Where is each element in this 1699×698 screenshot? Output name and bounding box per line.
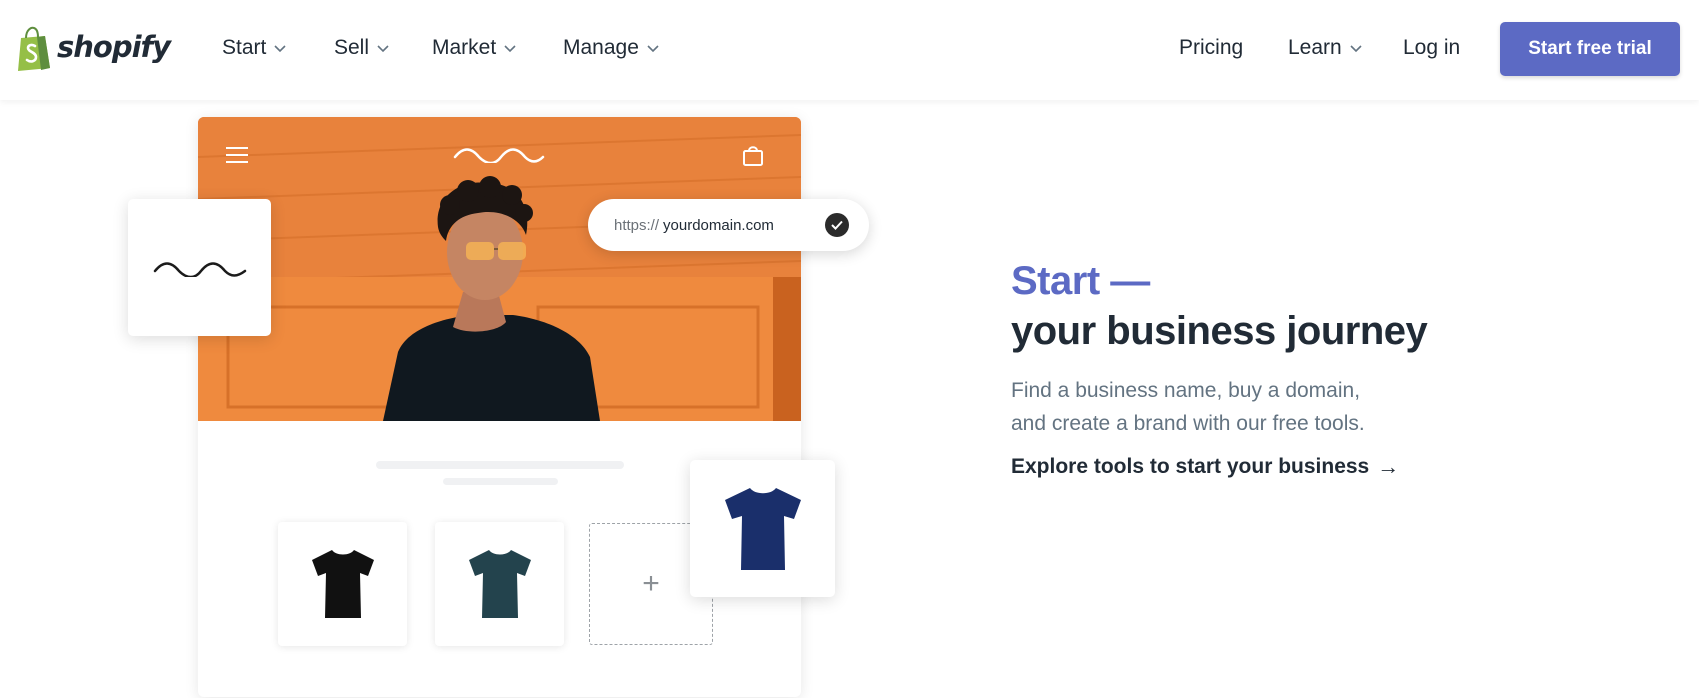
nav-login[interactable]: Log in [1403,36,1460,60]
explore-tools-link[interactable]: Explore tools to start your business → [1011,454,1611,480]
wave-logo-icon [453,148,545,163]
logo-wordmark: shopify [57,30,171,64]
placeholder-text-bar [443,478,558,485]
logo-card [128,199,271,336]
nav-label: Market [432,36,497,59]
nav-sell[interactable]: Sell [334,36,389,60]
nav-label: Manage [563,36,639,59]
chevron-down-icon [274,45,286,53]
nav-start[interactable]: Start [222,36,286,60]
checkmark-icon [825,213,849,237]
hero-subtitle-line: Find a business name, buy a domain, [1011,379,1361,402]
hero-subtitle: Find a business name, buy a domain, and … [1011,374,1431,440]
login-link[interactable]: Log in [1403,36,1460,60]
nav-label: Start [222,36,267,59]
bag-icon [743,146,763,166]
tshirt-icon [311,550,374,618]
chevron-down-icon [504,45,516,53]
domain-badge: https:// yourdomain.com [588,199,869,251]
nav-item-learn[interactable]: Learn [1288,36,1362,60]
chevron-down-icon [647,45,659,53]
product-card-black-tshirt [278,522,407,646]
chevron-down-icon [1350,45,1362,53]
start-free-trial-button[interactable]: Start free trial [1500,22,1680,76]
product-card-navy-tshirt [690,460,835,597]
plus-icon: + [642,567,660,600]
placeholder-text-bar [376,461,624,469]
domain-name: yourdomain.com [663,216,774,234]
hero-subtitle-line: and create a brand with our free tools. [1011,412,1365,435]
nav-item-manage[interactable]: Manage [563,36,659,60]
product-card-teal-tshirt [435,522,564,646]
explore-tools-label: Explore tools to start your business [1011,455,1370,478]
top-navigation-bar: shopify Start Sell Market Manage Pricing… [0,0,1699,100]
nav-manage[interactable]: Manage [563,36,659,60]
nav-market[interactable]: Market [432,36,516,60]
nav-learn[interactable]: Learn [1288,36,1362,60]
wave-logo-icon [153,261,246,277]
tshirt-icon [468,550,531,618]
nav-pricing[interactable]: Pricing [1179,36,1243,60]
nav-label: Sell [334,36,370,59]
nav-item-sell[interactable]: Sell [334,36,389,60]
nav-item-pricing[interactable]: Pricing [1179,36,1243,60]
nav-item-start[interactable]: Start [222,36,286,60]
shopify-bag-icon [18,26,50,71]
tshirt-icon [724,487,801,570]
arrow-right-icon: → [1377,454,1400,479]
hero-title-accent: Start — [1011,259,1150,303]
chevron-down-icon [377,45,389,53]
store-hero-image [198,117,801,421]
domain-prefix: https:// [614,216,660,234]
shopify-logo[interactable]: shopify [15,25,171,73]
menu-icon [226,147,248,163]
hero-title: your business journey [1011,309,1428,353]
nav-label: Learn [1288,36,1342,59]
nav-item-market[interactable]: Market [432,36,516,60]
hero-copy: Start — your business journey Find a bus… [1011,256,1611,480]
